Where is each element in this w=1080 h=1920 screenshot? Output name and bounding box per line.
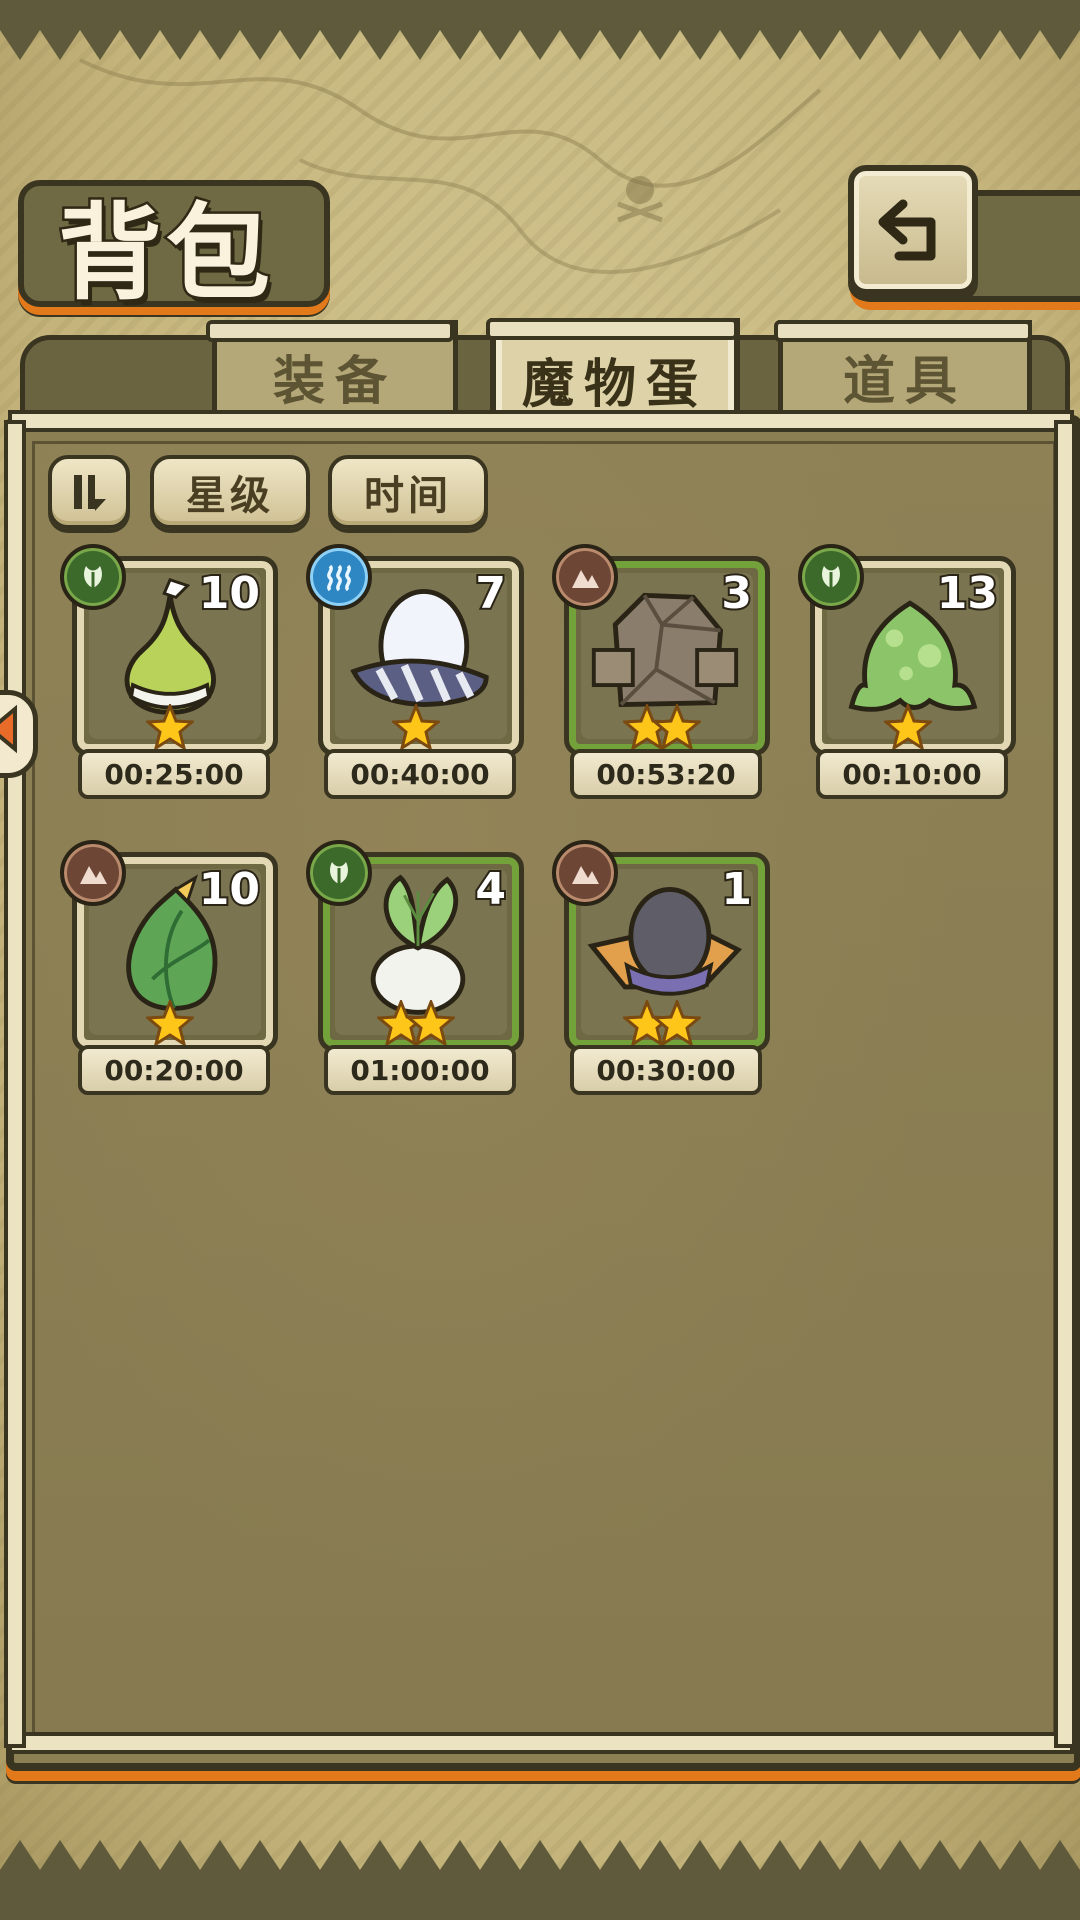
tab-equipment-label: 装备 (272, 350, 397, 412)
star-icon (623, 1000, 701, 1048)
egg-card[interactable]: 3 00:53:20 (552, 544, 770, 799)
panel-rail-right (1054, 420, 1076, 1748)
egg-count: 7 (473, 566, 508, 621)
egg-count: 4 (473, 862, 508, 917)
egg-count: 3 (719, 566, 754, 621)
egg-card[interactable]: 4 01:00:00 (306, 840, 524, 1095)
skull-icon (617, 176, 663, 223)
star-icon (392, 704, 440, 752)
hatch-timer: 00:53:20 (570, 749, 762, 799)
sort-by-star-label: 星级 (186, 472, 274, 519)
sort-order-toggle[interactable] (48, 455, 130, 529)
nature-element-icon (798, 544, 864, 610)
torn-edge-top (0, 0, 1080, 60)
sort-by-time-button[interactable]: 时间 (328, 455, 488, 529)
hatch-timer: 00:30:00 (570, 1045, 762, 1095)
star-icon (146, 704, 194, 752)
back-arrow-icon (878, 199, 936, 261)
tab-rail (206, 320, 454, 342)
page-title: 背包 (55, 189, 275, 317)
egg-count: 10 (197, 862, 262, 917)
star-icon (884, 704, 932, 752)
star-rating (564, 704, 760, 754)
back-button[interactable] (848, 165, 978, 295)
tab-items-label: 道具 (842, 350, 967, 412)
water-element-icon (306, 544, 372, 610)
panel-rail-top (8, 410, 1074, 432)
left-arrow-icon (0, 704, 17, 754)
sort-by-time-label: 时间 (364, 472, 452, 519)
earth-element-icon (552, 840, 618, 906)
nature-element-icon (306, 840, 372, 906)
earth-element-icon (552, 544, 618, 610)
side-arrow-button[interactable] (0, 690, 38, 778)
egg-card[interactable]: 10 00:25:00 (60, 544, 278, 799)
panel-rail-bottom (8, 1732, 1074, 1754)
earth-element-icon (60, 840, 126, 906)
egg-card[interactable]: 7 00:40:00 (306, 544, 524, 799)
egg-card[interactable]: 1 00:30:00 (552, 840, 770, 1095)
torn-edge-bottom (0, 1840, 1080, 1920)
star-icon (623, 704, 701, 752)
sort-toggle-icon (74, 475, 106, 511)
star-icon (377, 1000, 455, 1048)
tab-monster-egg-label: 魔物蛋 (521, 353, 708, 415)
egg-card[interactable]: 10 00:20:00 (60, 840, 278, 1095)
panel-rail-left (4, 420, 26, 1748)
hatch-timer: 00:25:00 (78, 749, 270, 799)
star-rating (564, 1000, 760, 1050)
star-icon (146, 1000, 194, 1048)
hatch-timer: 00:10:00 (816, 749, 1008, 799)
hatch-timer: 00:40:00 (324, 749, 516, 799)
star-rating (72, 704, 268, 754)
sort-by-star-button[interactable]: 星级 (150, 455, 310, 529)
egg-count: 1 (719, 862, 754, 917)
star-rating (72, 1000, 268, 1050)
star-rating (318, 704, 514, 754)
tab-rail (774, 320, 1032, 342)
egg-count: 10 (197, 566, 262, 621)
egg-count: 13 (935, 566, 1000, 621)
egg-card[interactable]: 13 00:10:00 (798, 544, 1016, 799)
star-rating (318, 1000, 514, 1050)
hatch-timer: 00:20:00 (78, 1045, 270, 1095)
nature-element-icon (60, 544, 126, 610)
star-rating (810, 704, 1006, 754)
hatch-timer: 01:00:00 (324, 1045, 516, 1095)
tab-rail (486, 318, 738, 340)
